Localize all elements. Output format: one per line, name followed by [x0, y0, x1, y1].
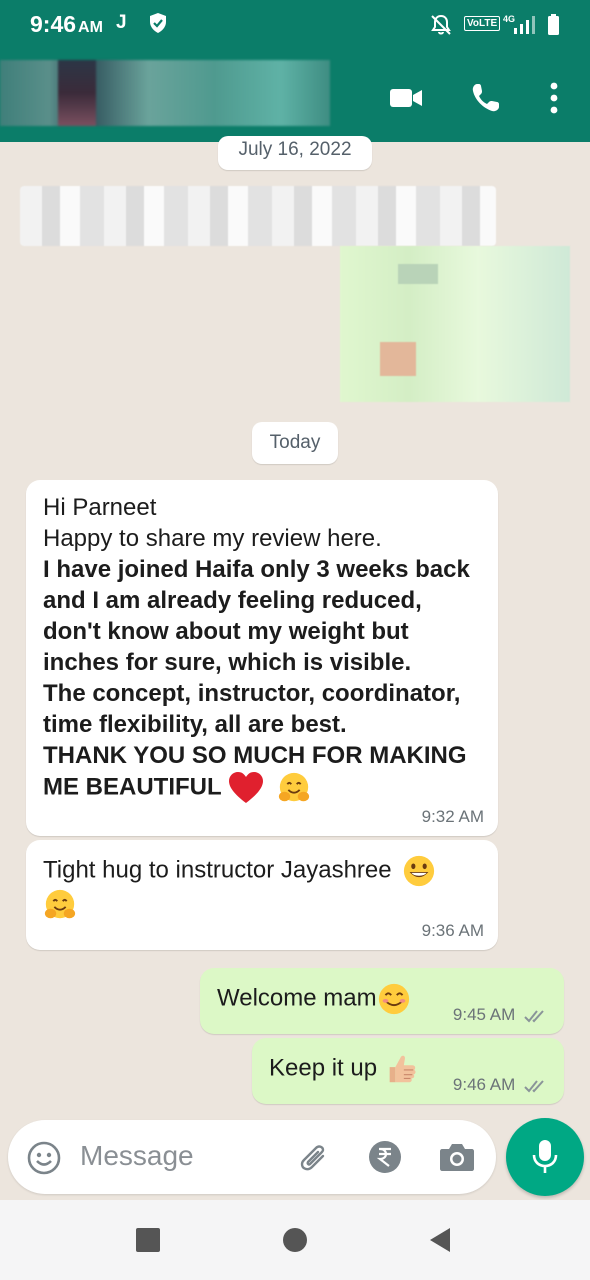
- volte-badge: VoLTE: [464, 16, 501, 31]
- contact-info-redacted[interactable]: [0, 60, 330, 126]
- chat-header: [0, 50, 590, 142]
- message-text: Tight hug to instructor Jayashree: [43, 854, 482, 922]
- more-options-icon[interactable]: [534, 78, 574, 118]
- message-bubble-outgoing[interactable]: Welcome mam 9:45 AM: [200, 968, 564, 1034]
- emoji-picker-icon[interactable]: [26, 1140, 62, 1176]
- message-bubble-incoming[interactable]: Tight hug to instructor Jayashree 9:36 A…: [26, 840, 498, 950]
- home-button[interactable]: [283, 1228, 307, 1252]
- message-time: 9:32 AM: [421, 807, 484, 826]
- read-receipt-icon: [524, 1009, 544, 1023]
- message-time: 9:45 AM: [453, 1005, 550, 1025]
- status-bar: 9:46 AM J VoLTE 4G: [0, 0, 590, 50]
- shield-icon: [150, 13, 166, 33]
- message-time: 9:36 AM: [421, 921, 484, 940]
- message-bubble-incoming[interactable]: Hi Parneet Happy to share my review here…: [26, 480, 498, 836]
- smiling-face-icon: [378, 983, 409, 1015]
- payment-rupee-icon[interactable]: [366, 1138, 404, 1176]
- carrier-icon: J: [116, 12, 127, 33]
- read-receipt-icon: [524, 1079, 544, 1093]
- date-divider: July 16, 2022: [218, 136, 372, 170]
- redacted-incoming-message: [20, 186, 496, 246]
- grinning-face-icon: [404, 855, 435, 887]
- notifications-muted-icon: [431, 14, 451, 35]
- hugging-face-icon: [44, 889, 76, 919]
- attach-icon[interactable]: [295, 1138, 333, 1176]
- message-text: Hi Parneet Happy to share my review here…: [43, 492, 482, 805]
- system-navigation-bar: [0, 1200, 590, 1280]
- message-list[interactable]: July 16, 2022 Today Hi Parneet Happy to …: [0, 136, 590, 1122]
- voice-call-icon[interactable]: [466, 78, 506, 118]
- redacted-outgoing-message: [340, 246, 570, 402]
- message-composer[interactable]: Message: [8, 1120, 496, 1194]
- signal-icon: [514, 16, 535, 34]
- date-divider-today: Today: [252, 422, 338, 464]
- back-button[interactable]: [428, 1226, 452, 1254]
- battery-icon: [548, 14, 559, 35]
- recents-button[interactable]: [136, 1228, 160, 1252]
- red-heart-icon: [229, 772, 264, 803]
- video-call-icon[interactable]: [386, 78, 426, 118]
- voice-message-button[interactable]: [506, 1118, 584, 1196]
- camera-icon[interactable]: [438, 1140, 476, 1174]
- message-input[interactable]: Message: [80, 1140, 194, 1172]
- microphone-icon: [532, 1140, 558, 1173]
- thumbs-up-icon: [389, 1055, 416, 1083]
- message-time: 9:46 AM: [453, 1075, 550, 1095]
- hugging-face-icon: [278, 772, 310, 802]
- message-bubble-outgoing[interactable]: Keep it up 9:46 AM: [252, 1038, 564, 1104]
- status-time: 9:46 AM: [30, 11, 103, 37]
